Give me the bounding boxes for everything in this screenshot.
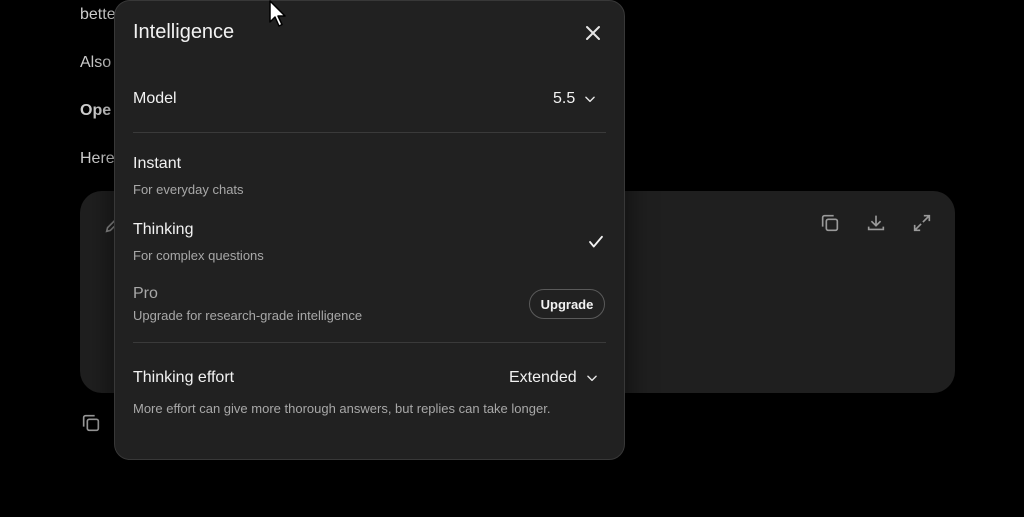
download-icon[interactable] bbox=[865, 212, 887, 234]
checkmark-icon bbox=[587, 233, 605, 251]
thinking-effort-value: Extended bbox=[509, 369, 577, 386]
divider bbox=[133, 342, 606, 343]
intelligence-dialog: Intelligence Model 5.5 Instant For every… bbox=[114, 0, 625, 460]
thinking-effort-select[interactable]: Extended bbox=[509, 369, 599, 387]
expand-icon[interactable] bbox=[911, 212, 933, 234]
bg-line-2: Also bbox=[80, 54, 112, 71]
option-pro-description: Upgrade for research-grade intelligence bbox=[133, 308, 363, 323]
mouse-cursor-icon bbox=[268, 0, 288, 28]
bg-line-3: Ope bbox=[80, 102, 112, 119]
copy-icon[interactable] bbox=[819, 212, 841, 234]
bg-line-1: bette bbox=[80, 6, 116, 23]
chevron-down-icon bbox=[586, 375, 597, 382]
model-value: 5.5 bbox=[553, 90, 576, 107]
copy-message-icon[interactable] bbox=[80, 412, 102, 434]
divider bbox=[133, 132, 606, 133]
upgrade-button[interactable]: Upgrade bbox=[529, 289, 605, 319]
option-pro-label: Pro bbox=[133, 285, 158, 302]
option-instant-description: For everyday chats bbox=[133, 182, 244, 197]
dialog-title: Intelligence bbox=[133, 21, 235, 43]
option-thinking-label: Thinking bbox=[133, 221, 194, 238]
chevron-down-icon bbox=[585, 96, 596, 103]
thinking-effort-description: More effort can give more thorough answe… bbox=[133, 401, 551, 416]
bg-line-4: Here bbox=[80, 150, 115, 167]
option-thinking-description: For complex questions bbox=[133, 248, 264, 263]
model-label: Model bbox=[133, 90, 177, 107]
thinking-effort-label: Thinking effort bbox=[133, 369, 235, 386]
close-icon[interactable] bbox=[581, 21, 605, 45]
option-instant-label: Instant bbox=[133, 155, 182, 172]
model-select[interactable]: 5.5 bbox=[553, 90, 597, 108]
